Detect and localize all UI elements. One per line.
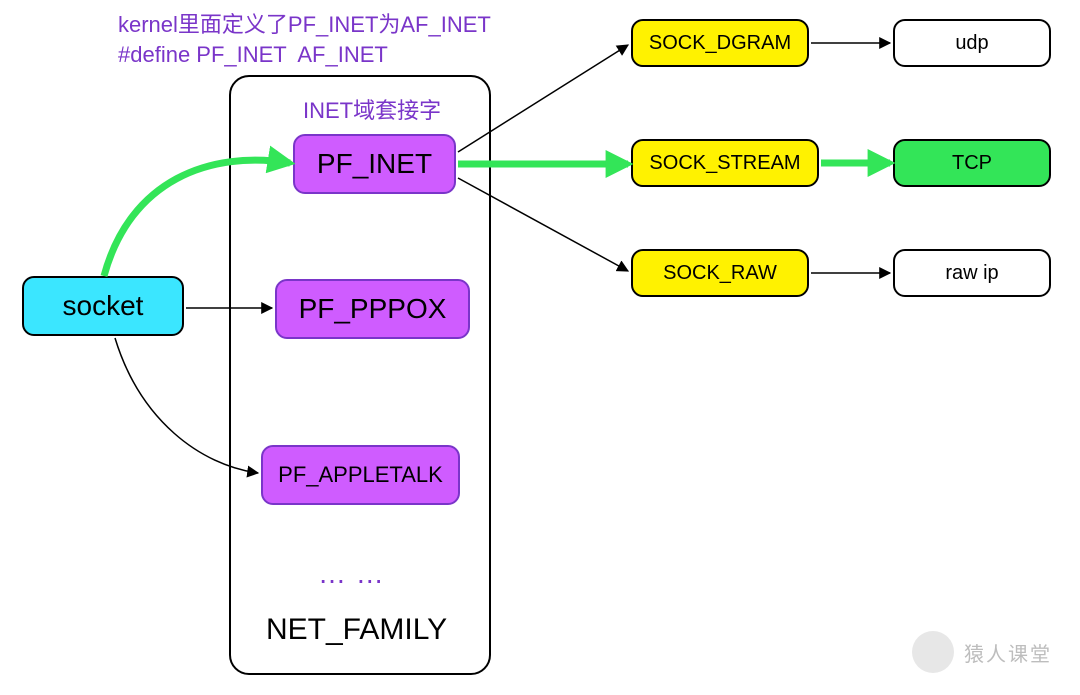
- node-pf-inet: PF_INET: [293, 134, 456, 194]
- node-sock-stream: SOCK_STREAM: [631, 139, 819, 187]
- note-line1: kernel里面定义了PF_INET为AF_INET: [118, 12, 491, 37]
- kernel-define-note: kernel里面定义了PF_INET为AF_INET #define PF_IN…: [118, 10, 491, 69]
- ellipsis: ……: [318, 558, 394, 590]
- edges-layer: [0, 0, 1080, 695]
- net-family-label: NET_FAMILY: [266, 613, 447, 647]
- node-socket: socket: [22, 276, 184, 336]
- watermark-text: 猿人课堂: [964, 638, 1052, 667]
- node-raw-ip: raw ip: [893, 249, 1051, 297]
- node-pf-appletalk: PF_APPLETALK: [261, 445, 460, 505]
- watermark: 猿人课堂: [912, 631, 1052, 673]
- note-line2: #define PF_INET AF_INET: [118, 42, 388, 67]
- watermark-icon: [912, 631, 954, 673]
- diagram-canvas: kernel里面定义了PF_INET为AF_INET #define PF_IN…: [0, 0, 1080, 695]
- inet-domain-title: INET域套接字: [303, 93, 441, 125]
- node-tcp: TCP: [893, 139, 1051, 187]
- node-sock-dgram: SOCK_DGRAM: [631, 19, 809, 67]
- node-udp: udp: [893, 19, 1051, 67]
- node-sock-raw: SOCK_RAW: [631, 249, 809, 297]
- node-pf-pppox: PF_PPPOX: [275, 279, 470, 339]
